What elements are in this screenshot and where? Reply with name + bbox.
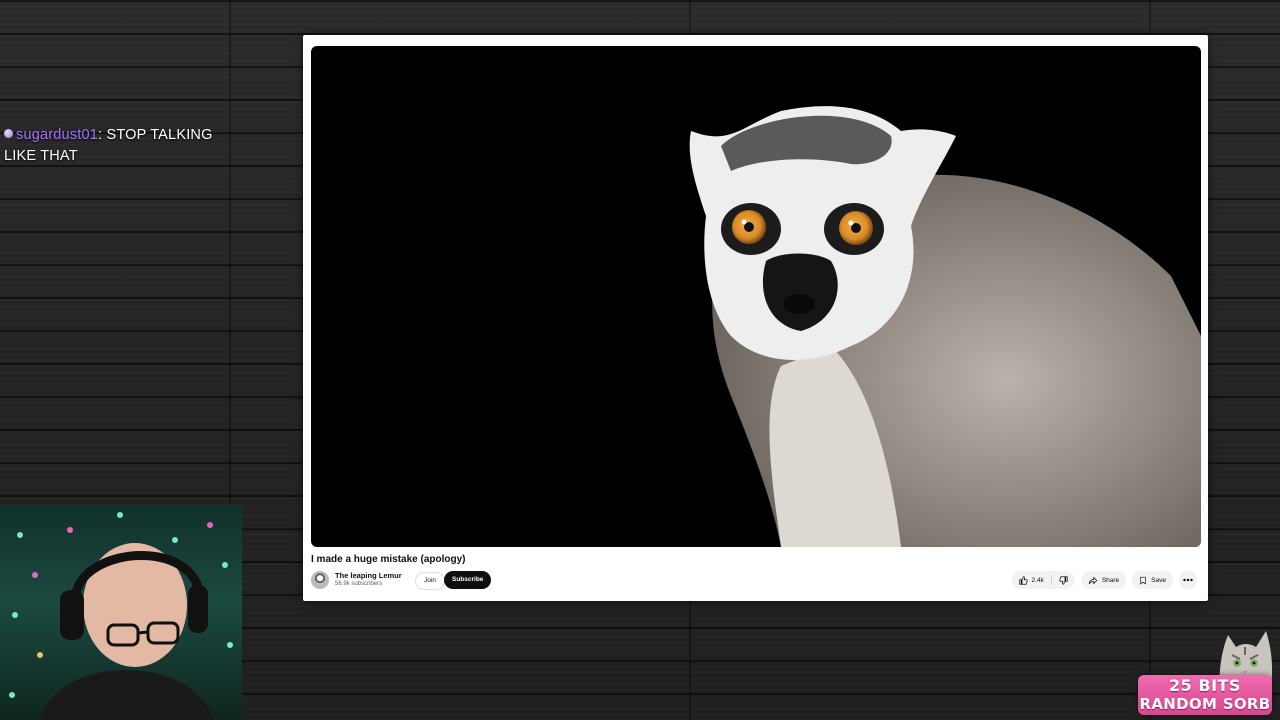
channel-name[interactable]: The leaping Lemur [335,571,402,580]
more-button[interactable] [1179,571,1197,589]
chat-separator: : [98,127,103,143]
channel-avatar[interactable] [311,571,329,589]
like-button[interactable]: 2.4k [1012,571,1051,589]
alert-box: 25 BITS RANDOM SORB [1138,675,1272,715]
thumbs-up-icon [1018,575,1028,585]
thumbs-down-icon [1059,575,1068,585]
join-button[interactable]: Join [415,572,445,590]
video-title[interactable]: I made a huge mistake (apology) [311,554,465,565]
stream-overlay: sugardust01: STOP TALKING LIKE THAT I ma… [0,0,1280,720]
like-dislike-group: 2.4k [1011,571,1075,589]
video-player[interactable] [311,46,1201,547]
alert-bits-text: 25 BITS [1169,676,1241,695]
save-label: Save [1151,576,1166,584]
subscribe-button[interactable]: Subscribe [444,571,492,589]
alert-message-text: RANDOM SORB [1139,695,1271,713]
share-button[interactable]: Share [1080,571,1127,589]
dislike-button[interactable] [1052,571,1075,589]
chat-badge-icon [4,129,13,138]
streamer-image [9,512,233,720]
bits-alert: 25 BITS RANDOM SORB [1136,625,1280,720]
save-button[interactable]: Save [1132,571,1173,589]
like-count: 2.4k [1031,576,1044,584]
video-actions: 2.4k Share Save [1011,571,1197,589]
subscriber-count: 56.9k subscribers [335,581,383,587]
share-label: Share [1101,576,1120,584]
more-dots-icon [1183,578,1193,582]
chat-username: sugardust01 [16,127,99,143]
share-icon [1088,576,1098,585]
youtube-video-panel: I made a huge mistake (apology) The leap… [303,35,1208,601]
bookmark-icon [1139,576,1147,585]
lemur-image [689,106,1201,547]
channel-row: The leaping Lemur 56.9k subscribers Join… [311,570,1201,592]
webcam-feed [0,505,242,720]
chat-message: sugardust01: STOP TALKING LIKE THAT [4,125,234,167]
